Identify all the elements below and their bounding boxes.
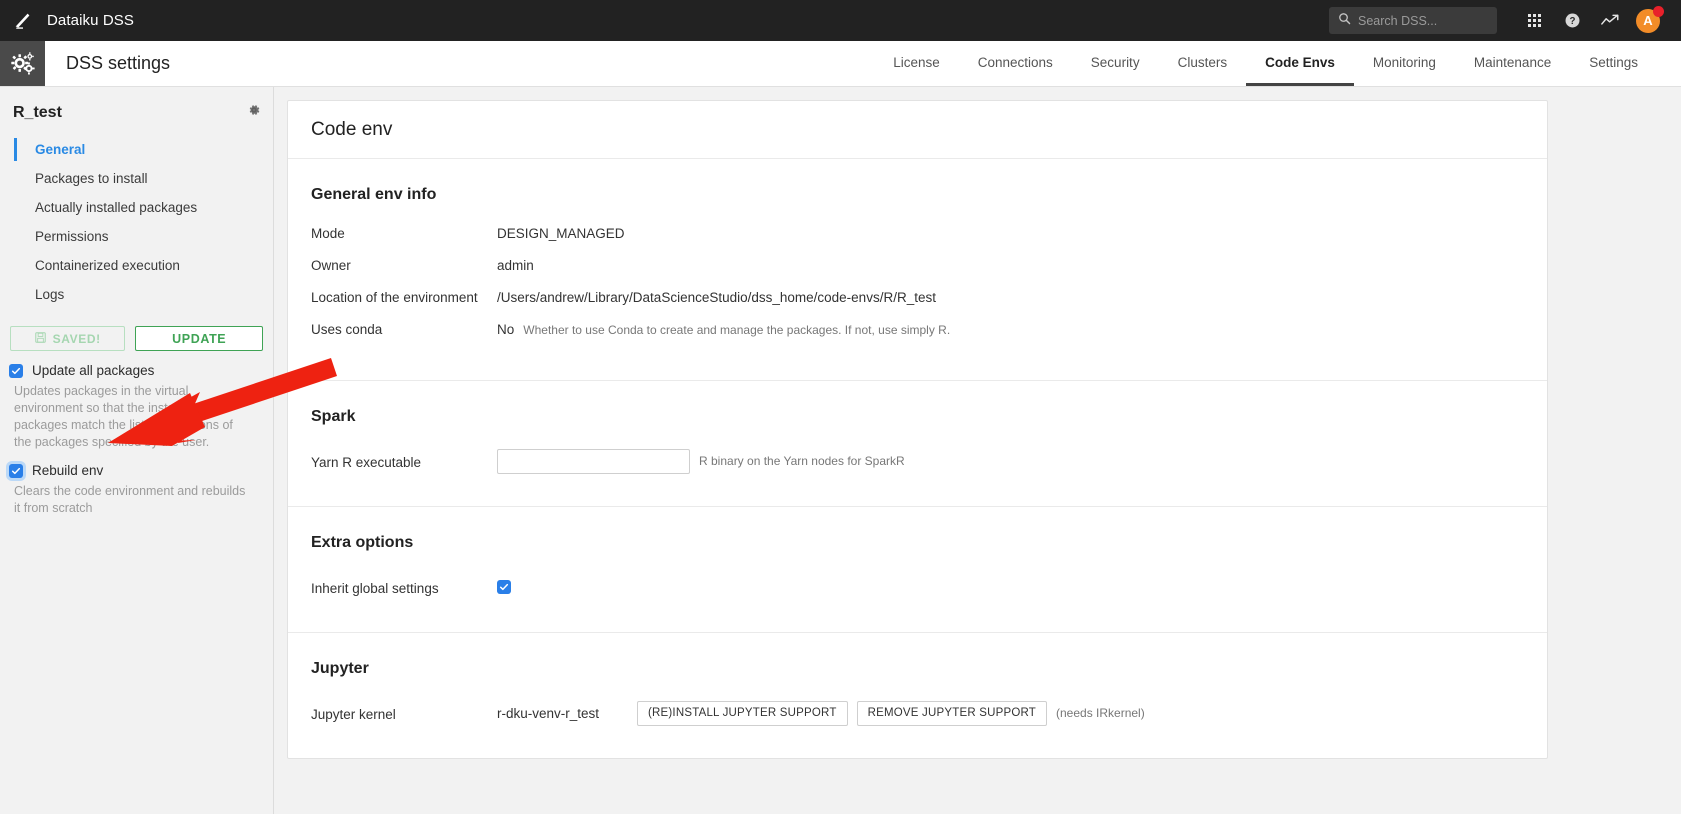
- brand-title: Dataiku DSS: [47, 12, 134, 29]
- yarn-r-executable-input[interactable]: [497, 448, 690, 474]
- help-circle-icon[interactable]: ?: [1553, 0, 1591, 41]
- search-input[interactable]: [1358, 13, 1488, 28]
- sidebar-actions: SAVED! UPDATE: [0, 326, 273, 351]
- section-general-env-info: General env info Mode DESIGN_MANAGED Own…: [288, 159, 1547, 381]
- section-title: Jupyter: [311, 660, 369, 677]
- inherit-global-settings-checkbox[interactable]: [497, 580, 511, 594]
- tab-security[interactable]: Security: [1072, 41, 1159, 86]
- row-label: Jupyter kernel: [311, 706, 396, 722]
- row-hint: Whether to use Conda to create and manag…: [523, 323, 951, 337]
- sidebar-item-permissions[interactable]: Permissions: [0, 222, 273, 251]
- tab-license[interactable]: License: [874, 41, 959, 86]
- tab-connections[interactable]: Connections: [959, 41, 1072, 86]
- rebuild-env-row: Rebuild env: [0, 463, 273, 478]
- sidebar-item-label: General: [35, 142, 86, 157]
- update-all-packages-row: Update all packages: [0, 363, 273, 378]
- search-box[interactable]: [1329, 7, 1497, 34]
- sidebar-item-label: Logs: [35, 287, 65, 302]
- rebuild-env-help: Clears the code environment and rebuilds…: [14, 484, 246, 515]
- update-button[interactable]: UPDATE: [135, 326, 263, 351]
- row-label: Yarn R executable: [311, 454, 422, 470]
- sidebar-item-logs[interactable]: Logs: [0, 280, 273, 309]
- row-label: Location of the environment: [311, 290, 478, 305]
- row-label: Uses conda: [311, 322, 383, 337]
- reinstall-jupyter-support-button[interactable]: (RE)INSTALL JUPYTER SUPPORT: [637, 700, 848, 726]
- sidebar-item-packages-to-install[interactable]: Packages to install: [0, 164, 273, 193]
- sidebar-item-label: Containerized execution: [35, 258, 180, 273]
- code-env-card: Code env General env info Mode DESIGN_MA…: [287, 100, 1548, 759]
- rebuild-env-checkbox[interactable]: [9, 463, 23, 478]
- section-jupyter: Jupyter Jupyter kernel r-dku-venv-r_test…: [288, 633, 1547, 758]
- update-all-packages-checkbox[interactable]: [9, 363, 23, 378]
- section-title: Extra options: [311, 534, 414, 551]
- row-label: Mode: [311, 226, 345, 241]
- row-label: Inherit global settings: [311, 580, 439, 596]
- sidebar-title: R_test: [13, 103, 62, 121]
- row-uses-conda: Uses conda No Whether to use Conda to cr…: [311, 320, 1524, 350]
- apps-grid-icon[interactable]: [1515, 0, 1553, 41]
- section-extra-options: Extra options Inherit global settings: [288, 507, 1547, 633]
- tab-settings[interactable]: Settings: [1570, 41, 1657, 86]
- tab-monitoring[interactable]: Monitoring: [1354, 41, 1455, 86]
- gear-icon[interactable]: [247, 103, 261, 122]
- settings-gears-icon[interactable]: [0, 41, 45, 86]
- row-owner: Owner admin: [311, 256, 1524, 286]
- row-mode: Mode DESIGN_MANAGED: [311, 224, 1524, 254]
- row-inherit-global-settings: Inherit global settings: [311, 572, 1524, 602]
- row-value: admin: [497, 258, 534, 273]
- dataiku-logo-icon[interactable]: [0, 0, 45, 41]
- update-all-packages-label: Update all packages: [32, 363, 155, 378]
- nav-tabs: License Connections Security Clusters Co…: [874, 41, 1681, 86]
- avatar[interactable]: A: [1629, 0, 1667, 41]
- notification-badge: [1653, 6, 1664, 17]
- sidebar-item-label: Permissions: [35, 229, 109, 244]
- row-jupyter-kernel: Jupyter kernel r-dku-venv-r_test (RE)INS…: [311, 698, 1524, 728]
- row-yarn-r-executable: Yarn R executable R binary on the Yarn n…: [311, 446, 1524, 476]
- row-value: DESIGN_MANAGED: [497, 226, 625, 241]
- sidebar-item-label: Packages to install: [35, 171, 148, 186]
- section-title: Spark: [311, 408, 356, 425]
- sidebar-item-containerized-execution[interactable]: Containerized execution: [0, 251, 273, 280]
- card-title: Code env: [288, 101, 1547, 159]
- rebuild-env-label: Rebuild env: [32, 463, 104, 478]
- page-title: DSS settings: [66, 53, 171, 73]
- sub-nav-bar: DSS settings License Connections Securit…: [0, 41, 1681, 87]
- tab-maintenance[interactable]: Maintenance: [1455, 41, 1570, 86]
- top-bar: Dataiku DSS ?: [0, 0, 1681, 41]
- jupyter-kernel-hint: (needs IRkernel): [1056, 706, 1145, 720]
- sidebar: R_test General Packages to install Actua…: [0, 87, 274, 814]
- sidebar-header: R_test: [0, 103, 273, 122]
- floppy-disk-icon: [34, 331, 46, 346]
- search-icon: [1338, 12, 1351, 30]
- update-all-packages-help: Updates packages in the virtual environm…: [14, 384, 233, 449]
- svg-text:?: ?: [1569, 16, 1575, 27]
- row-value: No: [497, 322, 515, 337]
- section-spark: Spark Yarn R executable R binary on the …: [288, 381, 1547, 507]
- jupyter-kernel-value: r-dku-venv-r_test: [497, 705, 600, 721]
- section-title: General env info: [311, 186, 437, 203]
- sidebar-item-general[interactable]: General: [0, 135, 273, 164]
- saved-button-label: SAVED!: [52, 331, 101, 346]
- row-hint: R binary on the Yarn nodes for SparkR: [699, 454, 905, 468]
- tab-code-envs[interactable]: Code Envs: [1246, 41, 1354, 86]
- sidebar-item-label: Actually installed packages: [35, 200, 198, 215]
- main-content: Code env General env info Mode DESIGN_MA…: [274, 87, 1681, 814]
- sidebar-item-actually-installed-packages[interactable]: Actually installed packages: [0, 193, 273, 222]
- saved-button: SAVED!: [10, 326, 126, 351]
- top-bar-right: ? A: [1329, 0, 1681, 41]
- row-location: Location of the environment /Users/andre…: [311, 288, 1524, 318]
- trending-up-icon[interactable]: [1591, 0, 1629, 41]
- tab-clusters[interactable]: Clusters: [1159, 41, 1247, 86]
- row-label: Owner: [311, 258, 351, 273]
- remove-jupyter-support-button[interactable]: REMOVE JUPYTER SUPPORT: [856, 700, 1048, 726]
- row-value: /Users/andrew/Library/DataScienceStudio/…: [497, 290, 936, 305]
